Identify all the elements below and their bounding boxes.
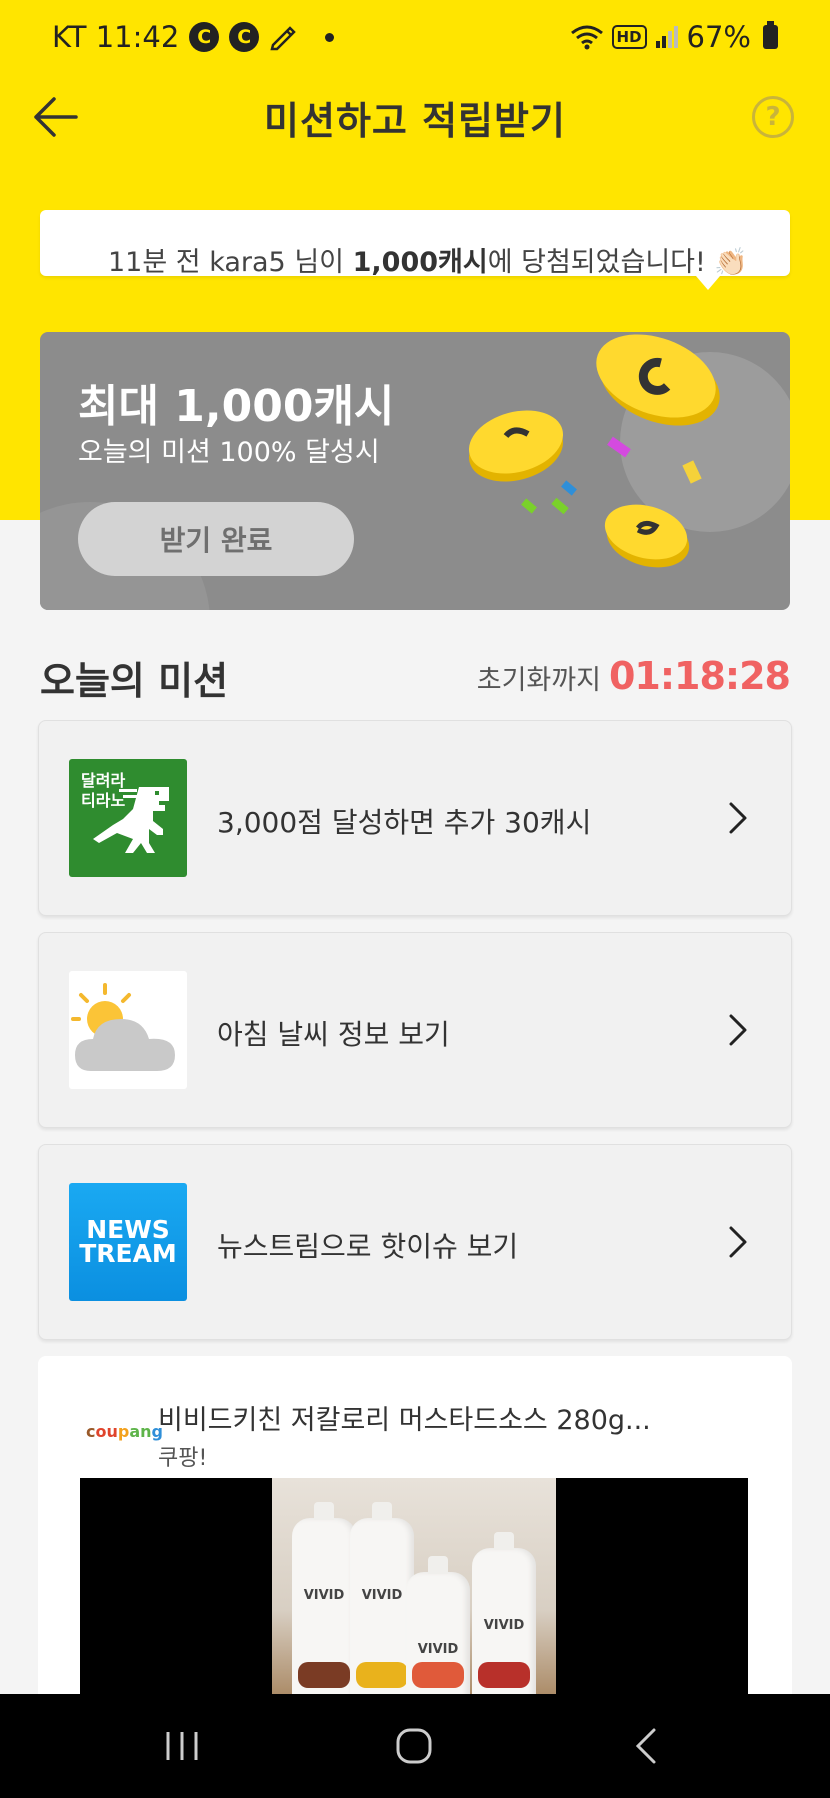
mission-label: 뉴스트림으로 핫이슈 보기 <box>217 1230 519 1263</box>
section-title: 오늘의 미션 <box>40 659 229 703</box>
bottle-brand: VIVID <box>417 1642 459 1657</box>
notification-c-icon: C <box>189 22 220 52</box>
product-bottle: VIVID <box>472 1532 536 1716</box>
coupang-logo: coupang <box>86 1422 163 1441</box>
battery-percent: 67% <box>686 20 751 54</box>
logo-part: an <box>129 1422 152 1441</box>
chevron-right-icon <box>729 802 747 834</box>
notification-c-icon: C <box>229 22 260 52</box>
ticker-amount: 1,000캐시 <box>352 247 488 276</box>
weather-icon <box>69 971 187 1089</box>
ticker-suffix: 에 당첨되었습니다! 👏🏻 <box>487 247 749 276</box>
mission-item-newstream[interactable]: NEWS TREAM 뉴스트림으로 핫이슈 보기 <box>38 1144 792 1340</box>
ad-title: 비비드키친 저칼로리 머스타드소스 280g... <box>158 1405 651 1436</box>
mission-item-tyranno[interactable]: 달려라 티라노 3,000점 달성하면 추가 30캐시 <box>38 720 792 916</box>
reset-label: 초기화까지 <box>476 665 601 696</box>
pencil-icon <box>270 26 297 51</box>
carrier-time: KT 11:42 <box>52 20 180 54</box>
reset-countdown: 01:18:28 <box>608 654 791 698</box>
bottle-brand: VIVID <box>483 1618 525 1633</box>
product-bottle: VIVID <box>350 1502 414 1716</box>
ad-card[interactable]: coupang 비비드키친 저칼로리 머스타드소스 280g... 쿠팡! VI… <box>38 1356 792 1716</box>
product-photo: VIVID VIVID VIVID VIVID <box>272 1478 556 1716</box>
mission-label: 3,000점 달성하면 추가 30캐시 <box>217 806 592 839</box>
banner-subtitle: 오늘의 미션 100% 달성시 <box>78 437 380 468</box>
claim-completed-button[interactable]: 받기 완료 <box>78 502 354 576</box>
battery-icon <box>763 21 778 49</box>
ticker-user: 11분 전 kara5 <box>108 247 286 276</box>
more-notifications-dot <box>325 32 335 42</box>
logo-part: p <box>117 1422 130 1441</box>
bottle-brand: VIVID <box>361 1588 403 1603</box>
mission-item-weather[interactable]: 아침 날씨 정보 보기 <box>38 932 792 1128</box>
back-icon[interactable] <box>624 1724 672 1768</box>
help-button[interactable]: ? <box>752 96 794 138</box>
ad-image: VIVID VIVID VIVID VIVID <box>80 1478 748 1716</box>
product-bottle: VIVID <box>292 1502 356 1716</box>
bottle-brand: VIVID <box>303 1588 345 1603</box>
back-arrow-icon[interactable] <box>30 94 80 140</box>
app-header: 미션하고 적립받기 ? <box>0 74 830 160</box>
hd-voice-icon: HD <box>611 25 647 49</box>
status-bar: KT 11:42 C C HD 67% <box>0 0 830 74</box>
newstream-logo-line2: TREAM <box>79 1239 177 1268</box>
mission-label: 아침 날씨 정보 보기 <box>217 1018 450 1051</box>
recent-apps-icon[interactable] <box>158 1724 206 1768</box>
logo-part: ou <box>95 1422 118 1441</box>
newstream-logo: NEWS TREAM <box>69 1183 187 1301</box>
ticker-text: 11분 전 kara5 님이 1,000캐시에 당첨되었습니다! 👏🏻 <box>108 240 748 276</box>
coins-illustration <box>468 334 720 568</box>
banner-title: 최대 1,000캐시 <box>78 381 395 432</box>
signal-icon <box>655 26 678 48</box>
home-icon[interactable] <box>390 1724 438 1768</box>
dinosaur-shape <box>93 787 169 853</box>
system-navigation-bar <box>0 1694 830 1798</box>
ad-source: 쿠팡! <box>158 1446 208 1471</box>
winner-ticker: 11분 전 kara5 님이 1,000캐시에 당첨되었습니다! 👏🏻 <box>40 210 790 276</box>
reset-timer: 초기화까지 01:18:28 <box>476 654 791 698</box>
chevron-right-icon <box>729 1226 747 1258</box>
dinosaur-icon: 달려라 티라노 <box>69 759 187 877</box>
wifi-icon <box>570 25 603 50</box>
page-title: 미션하고 적립받기 <box>264 98 566 143</box>
chevron-right-icon <box>729 1014 747 1046</box>
reward-banner: 최대 1,000캐시 오늘의 미션 100% 달성시 받기 완료 <box>40 332 790 610</box>
ticker-tail <box>696 276 720 290</box>
ticker-middle: 님이 <box>294 247 345 276</box>
